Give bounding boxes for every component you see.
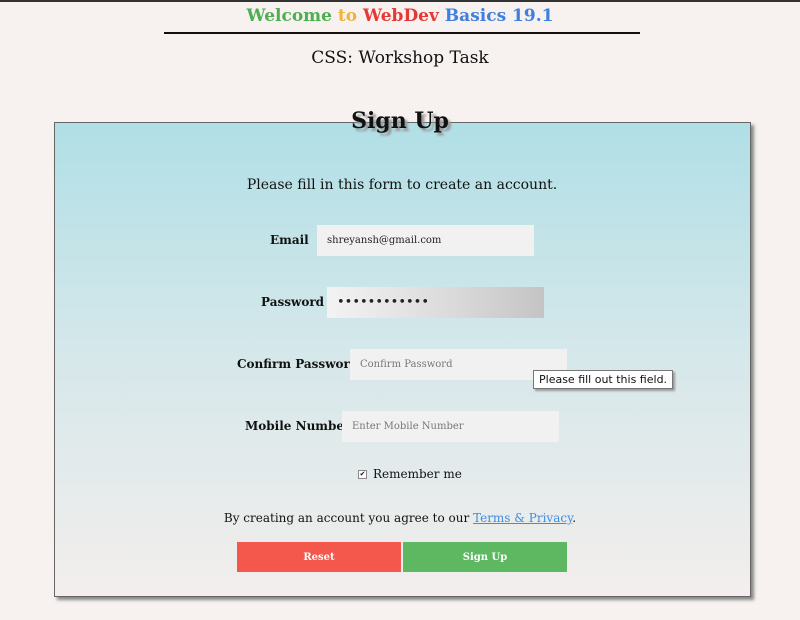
terms-text: By creating an account you agree to our … [0,511,800,525]
validation-tooltip: Please fill out this field. [533,370,674,389]
to-word: to [332,6,364,26]
remember-checkbox[interactable]: ✔ [358,470,367,479]
header-divider [164,32,640,34]
remember-row: ✔ Remember me [358,467,462,481]
terms-prefix: By creating an account you agree to our [223,511,474,525]
welcome-word: Welcome [246,6,332,26]
basics-word: Basics 19.1 [438,6,554,26]
form-intro: Please fill in this form to create an ac… [246,177,558,193]
password-label: Password [261,295,325,309]
welcome-heading: Welcome to WebDev Basics 19.1 [0,6,800,26]
terms-end: . [572,511,577,525]
mobile-label: Mobile Number [245,419,351,433]
email-field[interactable] [317,225,534,256]
top-border [0,0,800,2]
email-label: Email [270,233,309,247]
remember-label: Remember me [373,467,462,481]
signup-button[interactable]: Sign Up [403,542,567,572]
confirm-password-label: Confirm Password [237,357,359,371]
terms-link[interactable]: Terms & Privacy [473,511,572,525]
webdev-word: WebDev [363,6,439,26]
reset-button[interactable]: Reset [237,542,401,572]
form-title: Sign Up [351,108,449,134]
mobile-field[interactable] [342,411,559,442]
password-field[interactable] [327,287,544,318]
page-subtitle: CSS: Workshop Task [311,48,489,68]
